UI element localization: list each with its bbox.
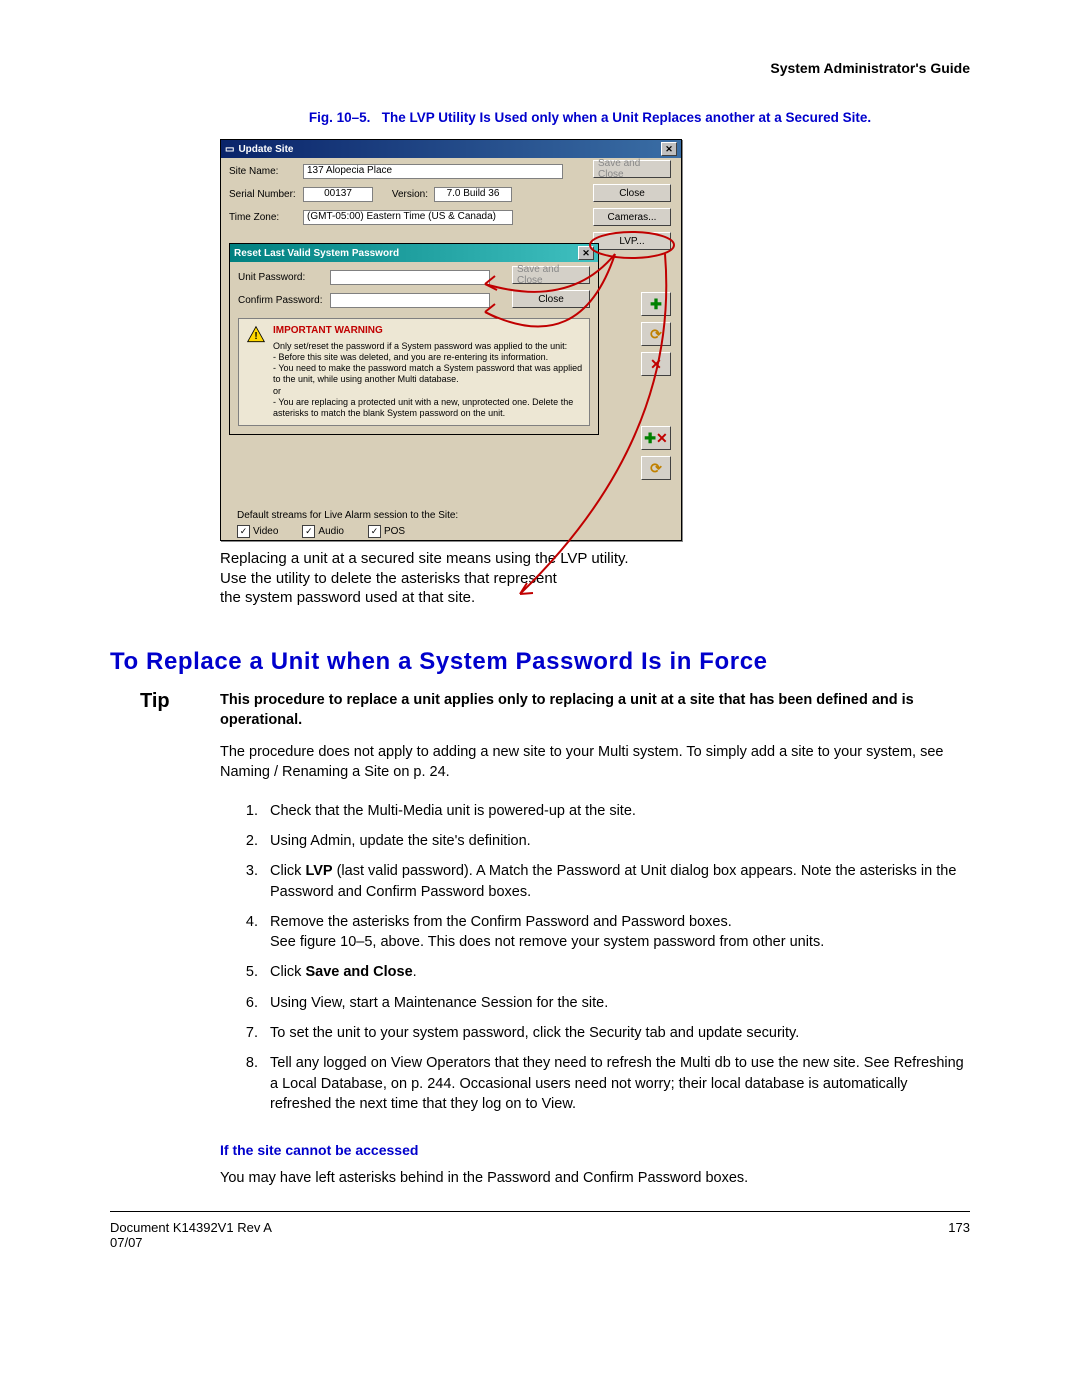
pos-checkbox[interactable]: ✓POS — [368, 525, 405, 538]
video-checkbox[interactable]: ✓Video — [237, 525, 278, 538]
version-label: Version: — [373, 189, 428, 200]
save-close-button[interactable]: Save and Close — [593, 160, 671, 178]
caption-line: Replacing a unit at a secured site means… — [220, 549, 680, 569]
sub-body: You may have left asterisks behind in th… — [220, 1168, 970, 1188]
screenshot-caption: Replacing a unit at a secured site means… — [220, 549, 680, 608]
close-icon[interactable]: ✕ — [661, 142, 677, 156]
window-title: Update Site — [238, 144, 293, 155]
save-close-button[interactable]: Save and Close — [512, 266, 590, 284]
confirm-pw-input[interactable] — [330, 293, 490, 308]
step-item: Remove the asterisks from the Confirm Pa… — [262, 912, 970, 953]
tip-label: Tip — [140, 690, 200, 731]
sub-heading: If the site cannot be accessed — [220, 1142, 970, 1158]
reset-password-titlebar: Reset Last Valid System Password ✕ — [230, 244, 598, 262]
default-streams-label: Default streams for Live Alarm session t… — [237, 510, 665, 521]
tip-bold-text: This procedure to replace a unit applies… — [220, 690, 970, 731]
serial-label: Serial Number: — [229, 189, 303, 200]
audio-checkbox[interactable]: ✓Audio — [302, 525, 344, 538]
caption-line: the system password used at that site. — [220, 588, 680, 608]
reset-password-window: Reset Last Valid System Password ✕ Unit … — [229, 243, 599, 435]
serial-input[interactable]: 00137 — [303, 187, 373, 202]
screenshot-area: ▭ Update Site ✕ Site Name: 137 Alopecia … — [220, 139, 690, 541]
step-item: To set the unit to your system password,… — [262, 1023, 970, 1043]
steps-list: Check that the Multi-Media unit is power… — [220, 801, 970, 1115]
figure-caption-text: The LVP Utility Is Used only when a Unit… — [382, 110, 871, 125]
tz-label: Time Zone: — [229, 212, 303, 223]
section-heading: To Replace a Unit when a System Password… — [110, 648, 970, 676]
footer-page-number: 173 — [948, 1220, 970, 1250]
refresh-icon[interactable]: ⟳ — [641, 456, 671, 480]
pos-label: POS — [384, 526, 405, 537]
step-item: Click Save and Close. — [262, 962, 970, 982]
cameras-button[interactable]: Cameras... — [593, 208, 671, 226]
close-button[interactable]: Close — [593, 184, 671, 202]
site-name-input[interactable]: 137 Alopecia Place — [303, 164, 563, 179]
svg-text:!: ! — [254, 331, 257, 342]
step-item: Check that the Multi-Media unit is power… — [262, 801, 970, 821]
footer-doc: Document K14392V1 Rev A — [110, 1220, 272, 1235]
step-item: Using Admin, update the site's definitio… — [262, 831, 970, 851]
step-item: Tell any logged on View Operators that t… — [262, 1053, 970, 1114]
update-site-titlebar: ▭ Update Site ✕ — [221, 140, 681, 158]
warning-icon: ! — [245, 325, 267, 345]
confirm-pw-label: Confirm Password: — [238, 295, 330, 306]
lvp-button[interactable]: LVP... — [593, 232, 671, 250]
warning-line: - You need to make the password match a … — [273, 363, 583, 386]
page-header: System Administrator's Guide — [110, 60, 970, 76]
warning-box: ! IMPORTANT WARNING Only set/reset the p… — [238, 318, 590, 426]
add-delete-icon[interactable]: ✚✕ — [641, 426, 671, 450]
tip-body: The procedure does not apply to adding a… — [220, 742, 970, 783]
update-site-window: ▭ Update Site ✕ Site Name: 137 Alopecia … — [220, 139, 682, 541]
caption-line: Use the utility to delete the asterisks … — [220, 569, 680, 589]
add-icon[interactable]: ✚ — [641, 292, 671, 316]
version-input[interactable]: 7.0 Build 36 — [434, 187, 512, 202]
warning-line: - You are replacing a protected unit wit… — [273, 397, 583, 420]
reset-password-title: Reset Last Valid System Password — [234, 248, 399, 259]
document-page: System Administrator's Guide Fig. 10–5. … — [0, 0, 1080, 1397]
delete-icon[interactable]: ✕ — [641, 352, 671, 376]
footer-date: 07/07 — [110, 1235, 272, 1250]
tip-block: Tip This procedure to replace a unit app… — [110, 690, 970, 731]
video-label: Video — [253, 526, 278, 537]
warning-line: Only set/reset the password if a System … — [273, 341, 583, 352]
warning-line: or — [273, 386, 583, 397]
close-icon[interactable]: ✕ — [578, 246, 594, 260]
unit-pw-label: Unit Password: — [238, 272, 330, 283]
figure-caption: Fig. 10–5. The LVP Utility Is Used only … — [210, 110, 970, 125]
window-icon: ▭ — [225, 144, 234, 155]
page-footer: Document K14392V1 Rev A 07/07 173 — [110, 1211, 970, 1250]
warning-title: IMPORTANT WARNING — [273, 325, 583, 338]
refresh-icon[interactable]: ⟳ — [641, 322, 671, 346]
audio-label: Audio — [318, 526, 344, 537]
close-button[interactable]: Close — [512, 290, 590, 308]
tz-select[interactable]: (GMT-05:00) Eastern Time (US & Canada) — [303, 210, 513, 225]
site-name-label: Site Name: — [229, 166, 303, 177]
figure-number: Fig. 10–5. — [309, 110, 371, 125]
unit-pw-input[interactable] — [330, 270, 490, 285]
warning-line: - Before this site was deleted, and you … — [273, 352, 583, 363]
step-item: Using View, start a Maintenance Session … — [262, 993, 970, 1013]
step-item: Click LVP (last valid password). A Match… — [262, 861, 970, 902]
